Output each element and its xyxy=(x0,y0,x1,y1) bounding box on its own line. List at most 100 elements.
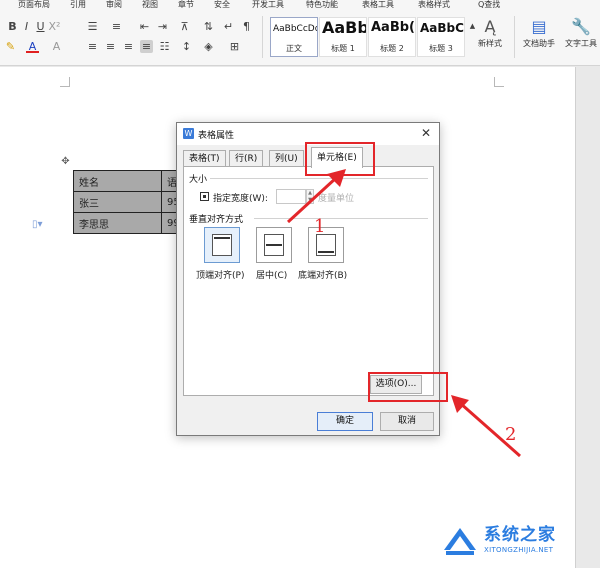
valign-center-label: 居中(C) xyxy=(256,271,288,281)
preferred-width-input[interactable] xyxy=(276,189,306,204)
table-cell[interactable]: 姓名 xyxy=(73,170,162,192)
bold-icon[interactable]: B xyxy=(6,20,19,33)
menu-tab-page-layout[interactable]: 页面布局 xyxy=(18,0,50,10)
watermark: 系统之家 XITONGZHIJIA.NET xyxy=(440,512,600,568)
style-normal[interactable]: AaBbCcDd 正文 xyxy=(270,17,318,57)
style-heading-1[interactable]: AaBb 标题 1 xyxy=(319,17,367,57)
numbering-icon[interactable]: ≡ xyxy=(110,20,123,33)
valign-bottom-label: 底端对齐(B) xyxy=(298,271,348,281)
vertical-alignment-group-label: 垂直对齐方式 xyxy=(189,215,244,225)
page-margin-corner xyxy=(494,77,504,87)
style-name: 标题 3 xyxy=(429,44,453,53)
page-margin-corner xyxy=(60,77,70,87)
character-shading-icon[interactable]: A xyxy=(50,40,63,53)
toolbar-separator xyxy=(514,16,515,58)
menu-tab-developer[interactable]: 开发工具 xyxy=(252,0,284,10)
style-heading-2[interactable]: AaBb( 标题 2 xyxy=(368,17,416,57)
align-center-icon[interactable]: ≡ xyxy=(104,40,117,53)
valign-top-label: 顶端对齐(P) xyxy=(196,271,245,281)
bullets-icon[interactable]: ☰ xyxy=(86,20,99,33)
font-color-icon[interactable]: A xyxy=(26,40,39,53)
valign-top-option[interactable] xyxy=(204,227,240,263)
align-left-icon[interactable]: ≡ xyxy=(86,40,99,53)
dialog-title: 表格属性 xyxy=(198,131,235,141)
menu-tab-references[interactable]: 引用 xyxy=(70,0,86,10)
valign-center-option[interactable] xyxy=(256,227,292,263)
watermark-name: 系统之家 xyxy=(484,525,556,545)
wps-app-icon: W xyxy=(183,128,194,139)
cancel-button[interactable]: 取消 xyxy=(380,412,434,431)
measure-in-label: 度量单位 xyxy=(318,194,355,204)
menu-tab-review[interactable]: 审阅 xyxy=(106,0,122,10)
style-heading-3[interactable]: AaBbC 标题 3 xyxy=(417,17,465,57)
menu-tab-chapter[interactable]: 章节 xyxy=(178,0,194,10)
menu-tab-table-styles[interactable]: 表格样式 xyxy=(418,0,450,10)
strikethrough-icon[interactable]: X² xyxy=(48,20,61,33)
align-middle-icon xyxy=(264,234,284,256)
align-right-icon[interactable]: ≡ xyxy=(122,40,135,53)
doc-assistant-label: 文档助手 xyxy=(523,39,555,48)
align-bottom-icon xyxy=(316,234,336,256)
doc-assistant-button[interactable]: ▤ 文档助手 xyxy=(519,18,559,49)
wrench-icon: 🔧 xyxy=(571,17,591,36)
highlight-icon[interactable]: ✎ xyxy=(4,40,17,53)
paragraph-mark-icon[interactable]: ¶ xyxy=(240,20,253,33)
italic-icon[interactable]: I xyxy=(20,20,33,33)
toolbar-separator xyxy=(262,16,263,58)
tab-row[interactable]: 行(R) xyxy=(229,150,264,167)
table-move-handle-icon[interactable]: ✥ xyxy=(60,156,71,167)
menu-tab-table-tools[interactable]: 表格工具 xyxy=(362,0,394,10)
watermark-url: XITONGZHIJIA.NET xyxy=(484,546,554,554)
tab-column[interactable]: 列(U) xyxy=(269,150,304,167)
decrease-indent-icon[interactable]: ⇤ xyxy=(138,20,151,33)
distributed-align-icon[interactable]: ☷ xyxy=(158,40,171,53)
size-group-label: 大小 xyxy=(189,175,208,185)
preferred-width-stepper[interactable]: ▲ ▼ xyxy=(306,189,314,204)
new-style-icon: Ą xyxy=(484,17,496,36)
style-name: 标题 2 xyxy=(380,44,404,53)
new-style-label: 新样式 xyxy=(478,39,502,48)
paragraph-layout-icon[interactable]: ▯▾ xyxy=(32,219,43,230)
new-style-button[interactable]: Ą 新样式 xyxy=(472,18,508,49)
menu-tab-strip: 页面布局 引用 审阅 视图 章节 安全 开发工具 特色功能 表格工具 表格样式 … xyxy=(0,0,600,11)
style-name: 标题 1 xyxy=(331,44,355,53)
menu-tab-security[interactable]: 安全 xyxy=(214,0,230,10)
doc-assistant-icon: ▤ xyxy=(531,17,547,36)
borders-icon[interactable]: ⊞ xyxy=(228,40,241,53)
style-sample: AaBb( xyxy=(371,20,415,35)
preferred-width-checkbox[interactable] xyxy=(200,192,209,201)
group-divider xyxy=(210,178,428,179)
tab-table[interactable]: 表格(T) xyxy=(183,150,226,167)
watermark-logo-icon xyxy=(444,528,476,555)
line-spacing-icon[interactable]: ↕ xyxy=(180,40,193,53)
preferred-width-label: 指定宽度(W): xyxy=(213,194,268,204)
menu-tab-features[interactable]: 特色功能 xyxy=(306,0,338,10)
options-button-highlight-box xyxy=(368,372,448,402)
style-sample: AaBbC xyxy=(420,21,464,35)
text-tools-label: 文字工具 xyxy=(565,39,597,48)
increase-indent-icon[interactable]: ⇥ xyxy=(156,20,169,33)
table-cell[interactable]: 张三 xyxy=(73,191,162,213)
shading-icon[interactable]: ◈ xyxy=(202,40,215,53)
style-sample: AaBb xyxy=(322,18,367,37)
step-2-label: 2 xyxy=(505,424,517,445)
style-name: 正文 xyxy=(286,44,302,53)
group-divider xyxy=(254,218,428,219)
step-1-label: 1 xyxy=(314,216,326,237)
show-marks-icon[interactable]: ↵ xyxy=(222,20,235,33)
align-top-icon xyxy=(212,234,232,256)
tab-cell[interactable]: 单元格(E) xyxy=(311,147,363,168)
sort-icon[interactable]: ⇅ xyxy=(202,20,215,33)
menu-tab-view[interactable]: 视图 xyxy=(142,0,158,10)
style-sample: AaBbCcDd xyxy=(273,24,318,34)
table-cell[interactable]: 李思思 xyxy=(73,212,162,234)
close-icon[interactable]: ✕ xyxy=(419,126,433,140)
text-tools-button[interactable]: 🔧 文字工具 xyxy=(561,18,600,49)
ribbon-toolbar: 页面布局 引用 审阅 视图 章节 安全 开发工具 特色功能 表格工具 表格样式 … xyxy=(0,0,600,66)
align-justify-icon[interactable]: ≡ xyxy=(140,40,153,53)
menu-tab-search[interactable]: Q查找 xyxy=(478,0,500,10)
underline-icon[interactable]: U xyxy=(34,20,47,33)
chinese-layout-icon[interactable]: ⊼ xyxy=(178,20,191,33)
cell-tab-panel: 大小 指定宽度(W): ▲ ▼ 度量单位 垂直对齐方式 顶端对齐(P) 居中(C)… xyxy=(183,166,434,396)
ok-button[interactable]: 确定 xyxy=(317,412,373,431)
